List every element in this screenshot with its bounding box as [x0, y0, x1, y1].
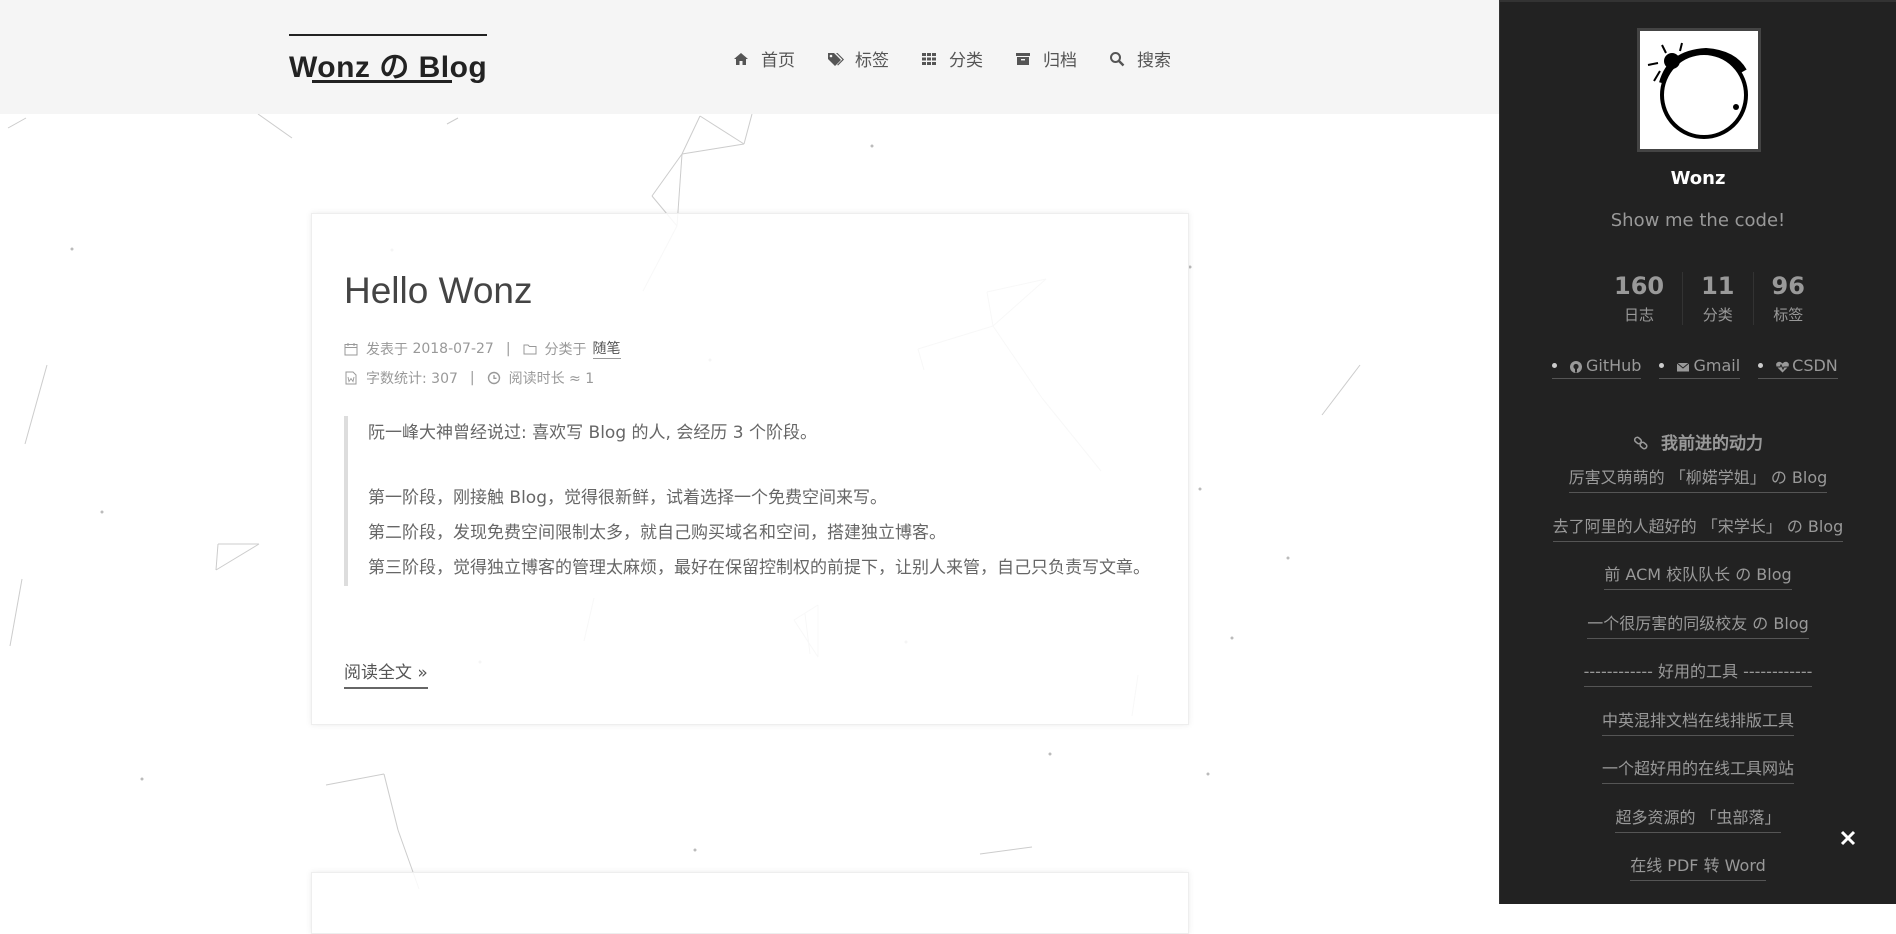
read-more-link[interactable]: 阅读全文 » [344, 658, 428, 689]
word-count: 字数统计: 307 [366, 371, 458, 387]
social-github[interactable]: GitHub [1552, 356, 1642, 379]
post-meta-stats: 字数统计: 307 | 阅读时长 ≈ 1 [344, 368, 594, 388]
nav-item-search[interactable]: 搜索 [1109, 46, 1171, 71]
social-csdn[interactable]: CSDN [1758, 356, 1838, 379]
excerpt-paragraph: 第一阶段，刚接触 Blog，觉得很新鲜，试着选择一个免费空间来写。 [368, 488, 887, 508]
site-stats: 160 日志 11 分类 96 标签 [1596, 272, 1823, 325]
blogroll-link[interactable]: 前 ACM 校队队长 の Blog [1604, 561, 1792, 590]
meta-divider: | [505, 340, 511, 357]
post-excerpt-blockquote: 阮一峰大神曾经说过: 喜欢写 Blog 的人, 会经历 3 个阶段。 第一阶段，… [344, 416, 1168, 586]
blogroll-link[interactable]: 在线 PDF 转 Word [1630, 852, 1766, 881]
github-icon [1569, 359, 1583, 373]
nav-item-archives[interactable]: 归档 [1015, 46, 1077, 71]
blogroll-link[interactable]: 去了阿里的人超好的 「宋学长」 の Blog [1552, 513, 1844, 542]
blogroll-link[interactable]: 厉害又萌萌的 「柳婼学姐」 の Blog [1568, 464, 1828, 493]
link-icon [1633, 434, 1661, 454]
folder-icon [523, 342, 537, 356]
excerpt-paragraph: 第二阶段，发现免费空间限制太多，就自己购买域名和空间，搭建独立博客。 [368, 523, 946, 543]
social-links: GitHub Gmail CSDN [1552, 356, 1838, 379]
blogroll-link[interactable]: 中英混排文档在线排版工具 [1601, 707, 1794, 736]
stat-tags[interactable]: 96 标签 [1752, 272, 1823, 325]
nav-label: 标签 [855, 51, 889, 71]
post-date: 2018-07-27 [412, 340, 494, 357]
enso-circle-logo [1647, 42, 1748, 139]
author-motto: Show me the code! [1610, 210, 1786, 231]
read-time: 阅读时长 ≈ 1 [508, 371, 595, 387]
stat-label: 日志 [1624, 306, 1655, 324]
social-gmail[interactable]: Gmail [1659, 356, 1741, 379]
social-label: CSDN [1792, 356, 1838, 375]
envelope-icon [1676, 359, 1690, 373]
category-label: 分类于 [544, 341, 587, 358]
stat-label: 分类 [1702, 306, 1733, 324]
tags-icon [827, 51, 844, 67]
stat-categories[interactable]: 11 分类 [1682, 272, 1752, 325]
avatar [1637, 28, 1761, 152]
author-name: Wonz [1670, 168, 1726, 189]
nav-label: 归档 [1043, 51, 1077, 71]
clock-icon [487, 371, 501, 385]
stat-number: 96 [1771, 272, 1805, 300]
archive-icon [1015, 51, 1031, 67]
social-label: GitHub [1586, 356, 1642, 375]
blogroll-divider-link[interactable]: ------------ 好用的工具 ------------ [1583, 658, 1813, 687]
stat-label: 标签 [1773, 306, 1804, 324]
blogroll-link[interactable]: 超多资源的 「虫部落」 [1615, 804, 1781, 833]
file-word-icon [344, 371, 358, 385]
calendar-icon [344, 342, 358, 356]
excerpt-paragraph: 第三阶段，觉得独立博客的管理太麻烦，最好在保留控制权的前提下，让别人来管，自己只… [368, 558, 1150, 578]
site-header: Wonz の Blog 首页 标签 分类 归档 搜索 [0, 0, 1499, 114]
heartbeat-icon [1775, 359, 1790, 373]
nav-label: 首页 [761, 51, 795, 71]
logo-underline [312, 80, 452, 83]
next-post-card [311, 872, 1189, 934]
social-label: Gmail [1693, 356, 1741, 375]
blogroll-title-text: 我前进的动力 [1660, 434, 1763, 454]
close-icon [1840, 830, 1856, 846]
posted-label: 发表于 [366, 341, 408, 358]
stat-posts[interactable]: 160 日志 [1596, 272, 1682, 325]
meta-divider: | [469, 370, 475, 386]
close-sidebar-button[interactable] [1836, 826, 1860, 850]
post-card: Hello Wonz 发表于 2018-07-27 | 分类于 随笔 字数统计:… [311, 213, 1189, 725]
sidebar: Wonz Show me the code! 160 日志 11 分类 96 标… [1499, 0, 1896, 904]
excerpt-paragraph: 阮一峰大神曾经说过: 喜欢写 Blog 的人, 会经历 3 个阶段。 [368, 423, 817, 443]
search-icon [1109, 51, 1125, 67]
blogroll-link[interactable]: 一个很厉害的同级校友 の Blog [1587, 610, 1809, 639]
nav-item-home[interactable]: 首页 [733, 46, 795, 71]
stat-number: 11 [1701, 272, 1735, 300]
nav-label: 分类 [949, 51, 983, 71]
main-nav: 首页 标签 分类 归档 搜索 [733, 46, 1203, 71]
post-category-link[interactable]: 随笔 [592, 338, 621, 359]
nav-label: 搜索 [1137, 51, 1171, 71]
grid-icon [921, 51, 937, 67]
nav-item-categories[interactable]: 分类 [921, 46, 983, 71]
stat-number: 160 [1614, 272, 1665, 300]
post-meta-date: 发表于 2018-07-27 | 分类于 随笔 [344, 338, 621, 359]
home-icon [733, 51, 749, 67]
blogroll-link[interactable]: 一个超好用的在线工具网站 [1601, 755, 1794, 784]
nav-item-tags[interactable]: 标签 [827, 46, 889, 71]
blogroll-title: 我前进的动力 [1500, 429, 1896, 454]
post-title[interactable]: Hello Wonz [344, 270, 533, 312]
